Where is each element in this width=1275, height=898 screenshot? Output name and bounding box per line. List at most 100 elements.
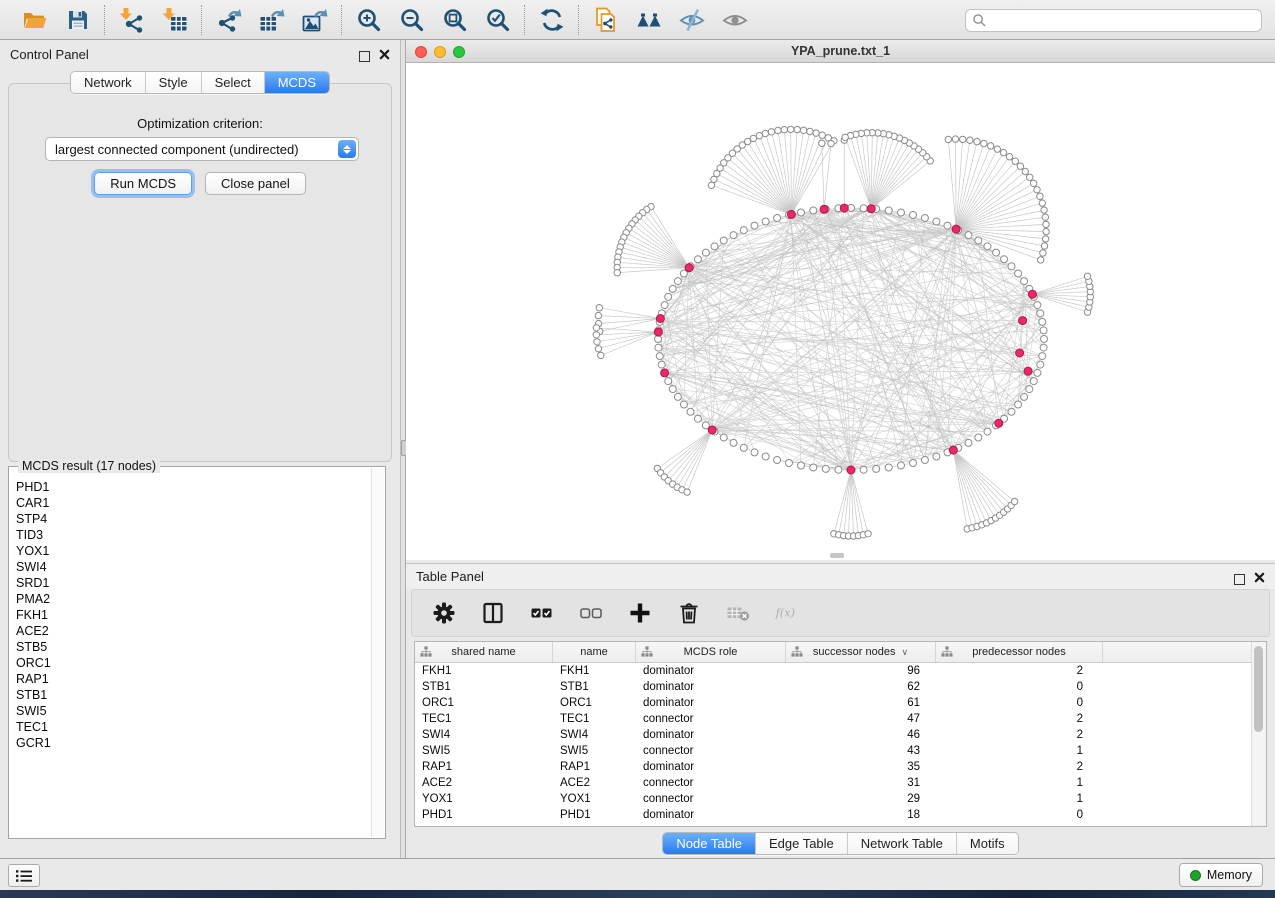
cell-MCDS-role[interactable]: connector — [636, 775, 786, 791]
cell-predecessor-nodes[interactable]: 2 — [936, 727, 1103, 743]
selected-node[interactable] — [867, 205, 875, 213]
export-image-icon[interactable] — [301, 6, 328, 33]
selected-node[interactable] — [1024, 367, 1032, 375]
add-column-icon[interactable] — [626, 600, 653, 627]
cell-successor-nodes[interactable]: 18 — [786, 807, 936, 823]
cell-shared-name[interactable]: SWI4 — [415, 727, 553, 743]
cell-name[interactable]: ORC1 — [553, 695, 636, 711]
cell-name[interactable]: SWI5 — [553, 743, 636, 759]
table-row[interactable]: YOX1YOX1connector291 — [415, 791, 1266, 807]
table-row[interactable]: SWI5SWI5connector431 — [415, 743, 1266, 759]
cell-predecessor-nodes[interactable]: 1 — [936, 791, 1103, 807]
mcds-result-item[interactable]: STP4 — [10, 511, 371, 527]
mcds-result-item[interactable]: TEC1 — [10, 719, 371, 735]
run-mcds-button[interactable]: Run MCDS — [94, 172, 192, 195]
first-neighbors-icon[interactable] — [635, 6, 662, 33]
mcds-result-item[interactable]: SRD1 — [10, 575, 371, 591]
network-canvas[interactable] — [406, 63, 1275, 560]
tab-network[interactable]: Network — [71, 72, 146, 93]
cell-name[interactable]: FKH1 — [553, 663, 636, 679]
selected-node[interactable] — [787, 210, 795, 218]
column-header-shared-name[interactable]: shared name — [415, 642, 553, 662]
tab-select[interactable]: Select — [202, 72, 265, 93]
cell-successor-nodes[interactable]: 96 — [786, 663, 936, 679]
mcds-result-item[interactable]: SWI4 — [10, 559, 371, 575]
column-header-predecessor-nodes[interactable]: predecessor nodes — [936, 642, 1103, 662]
mcds-result-item[interactable]: SWI5 — [10, 703, 371, 719]
selected-node[interactable] — [840, 204, 848, 212]
cell-predecessor-nodes[interactable]: 1 — [936, 743, 1103, 759]
table-row[interactable]: STB1STB1dominator620 — [415, 679, 1266, 695]
cell-successor-nodes[interactable]: 62 — [786, 679, 936, 695]
zoom-selected-icon[interactable] — [484, 6, 511, 33]
table-row[interactable]: PHD1PHD1dominator180 — [415, 807, 1266, 823]
tab-mcds[interactable]: MCDS — [265, 72, 329, 93]
selected-node[interactable] — [685, 264, 693, 272]
clone-network-icon[interactable] — [592, 6, 619, 33]
table-row[interactable]: FKH1FKH1dominator962 — [415, 663, 1266, 679]
cell-predecessor-nodes[interactable]: 2 — [936, 759, 1103, 775]
selected-node[interactable] — [820, 205, 828, 213]
cell-name[interactable]: STB1 — [553, 679, 636, 695]
tab-edge-table[interactable]: Edge Table — [756, 833, 848, 854]
save-session-icon[interactable] — [64, 6, 91, 33]
cell-successor-nodes[interactable]: 31 — [786, 775, 936, 791]
cell-predecessor-nodes[interactable]: 2 — [936, 711, 1103, 727]
cell-shared-name[interactable]: TEC1 — [415, 711, 553, 727]
selected-node[interactable] — [1016, 349, 1024, 357]
cell-MCDS-role[interactable]: connector — [636, 711, 786, 727]
mcds-result-item[interactable]: STB5 — [10, 639, 371, 655]
open-file-icon[interactable] — [21, 6, 48, 33]
tab-motifs[interactable]: Motifs — [957, 833, 1018, 854]
mcds-result-list[interactable]: PHD1CAR1STP4TID3YOX1SWI4SRD1PMA2FKH1ACE2… — [10, 479, 371, 836]
selected-node[interactable] — [847, 466, 855, 474]
cell-successor-nodes[interactable]: 43 — [786, 743, 936, 759]
settings-icon[interactable] — [430, 600, 457, 627]
show-all-icon[interactable] — [721, 6, 748, 33]
cell-MCDS-role[interactable]: connector — [636, 791, 786, 807]
selected-node[interactable] — [661, 369, 669, 377]
table-scrollbar[interactable] — [1251, 642, 1266, 826]
cell-name[interactable]: YOX1 — [553, 791, 636, 807]
mcds-result-item[interactable]: ACE2 — [10, 623, 371, 639]
table-scrollbar-thumb[interactable] — [1254, 646, 1263, 732]
cell-successor-nodes[interactable]: 35 — [786, 759, 936, 775]
selected-node[interactable] — [656, 315, 664, 323]
cell-name[interactable]: ACE2 — [553, 775, 636, 791]
column-header-MCDS-role[interactable]: MCDS role — [636, 642, 786, 662]
table-close-icon[interactable] — [1254, 570, 1265, 588]
export-network-icon[interactable] — [215, 6, 242, 33]
table-row[interactable]: ORC1ORC1dominator610 — [415, 695, 1266, 711]
selected-node[interactable] — [995, 419, 1003, 427]
selected-node[interactable] — [654, 328, 662, 336]
mcds-result-item[interactable]: GCR1 — [10, 735, 371, 751]
mcds-result-item[interactable]: PMA2 — [10, 591, 371, 607]
criterion-dropdown[interactable]: largest connected component (undirected) — [45, 137, 359, 161]
cell-MCDS-role[interactable]: dominator — [636, 679, 786, 695]
mcds-result-item[interactable]: RAP1 — [10, 671, 371, 687]
mcds-result-item[interactable]: CAR1 — [10, 495, 371, 511]
cell-shared-name[interactable]: RAP1 — [415, 759, 553, 775]
task-history-button[interactable] — [8, 864, 40, 887]
memory-button[interactable]: Memory — [1179, 863, 1263, 887]
delete-column-icon[interactable] — [675, 600, 702, 627]
select-all-icon[interactable] — [528, 600, 555, 627]
tab-style[interactable]: Style — [146, 72, 202, 93]
table-row[interactable]: ACE2ACE2connector311 — [415, 775, 1266, 791]
table-row[interactable]: TEC1TEC1connector472 — [415, 711, 1266, 727]
float-panel-icon[interactable] — [359, 51, 370, 62]
cell-shared-name[interactable]: PHD1 — [415, 807, 553, 823]
cell-shared-name[interactable]: SWI5 — [415, 743, 553, 759]
cell-shared-name[interactable]: ORC1 — [415, 695, 553, 711]
zoom-out-icon[interactable] — [398, 6, 425, 33]
mcds-result-item[interactable]: STB1 — [10, 687, 371, 703]
mcds-result-item[interactable]: PHD1 — [10, 479, 371, 495]
table-row[interactable]: RAP1RAP1dominator352 — [415, 759, 1266, 775]
cell-predecessor-nodes[interactable]: 1 — [936, 775, 1103, 791]
deselect-all-icon[interactable] — [577, 600, 604, 627]
canvas-hscroll-thumb[interactable] — [830, 553, 844, 558]
tab-node-table[interactable]: Node Table — [663, 833, 756, 854]
import-table-icon[interactable] — [161, 6, 188, 33]
zoom-in-icon[interactable] — [355, 6, 382, 33]
cell-name[interactable]: SWI4 — [553, 727, 636, 743]
